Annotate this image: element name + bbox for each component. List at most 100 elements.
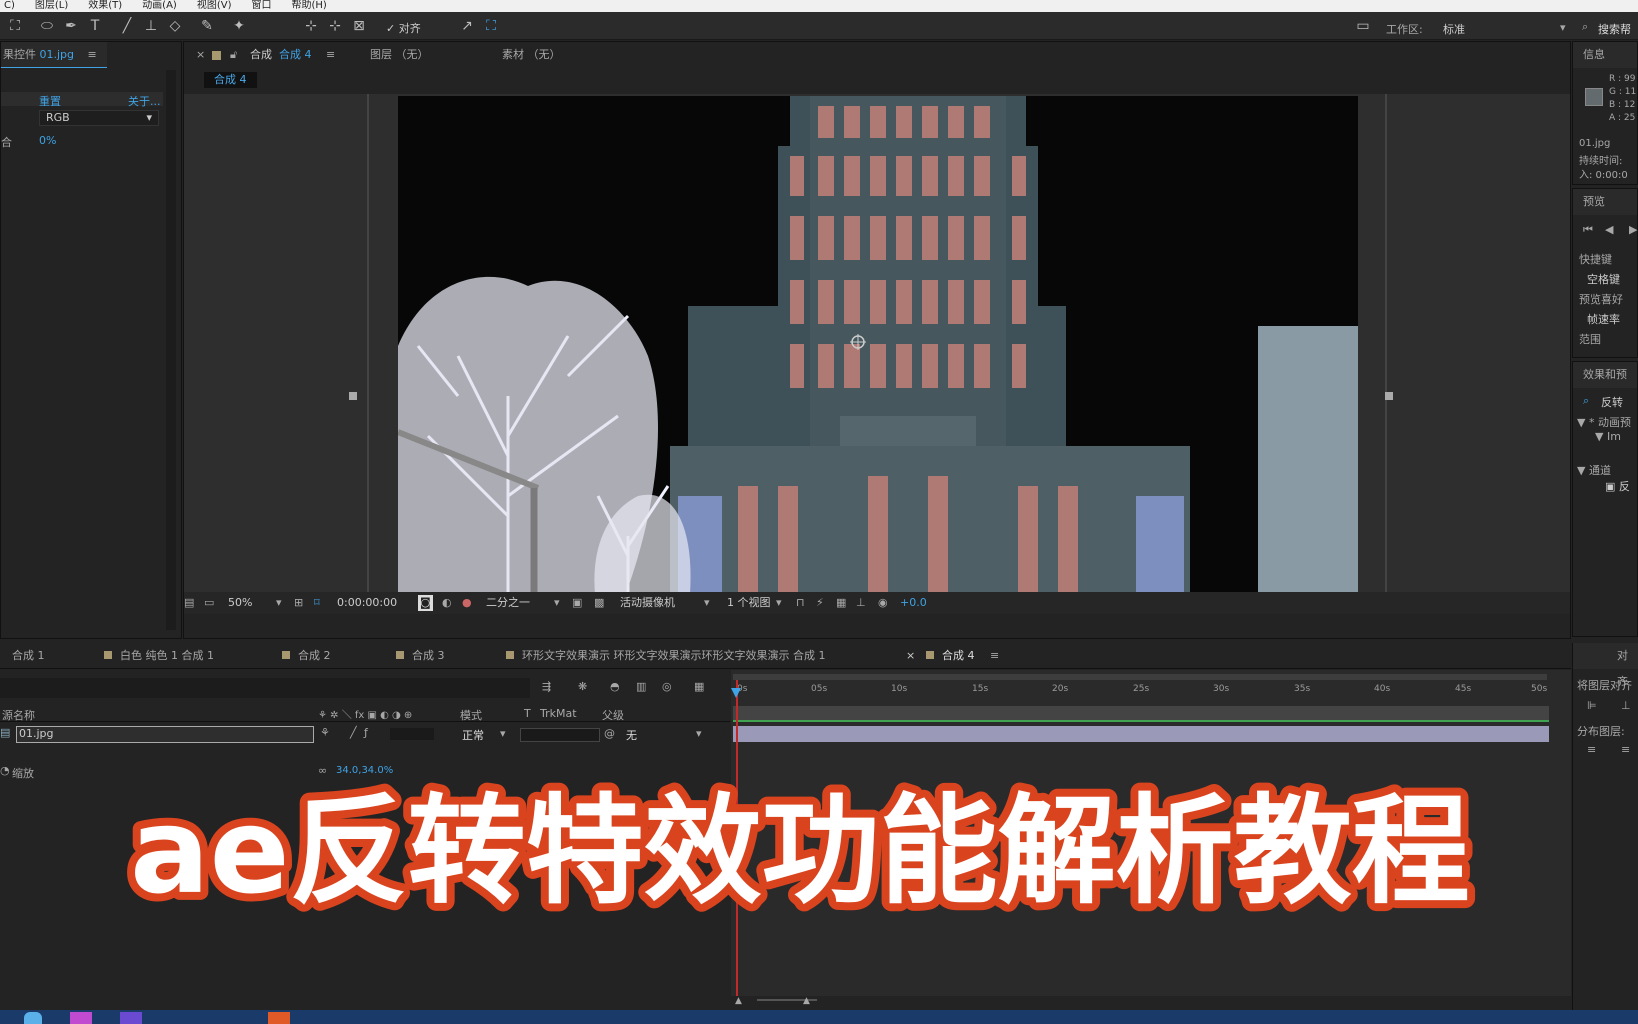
column-mode[interactable]: 模式 [460, 707, 482, 723]
panel-menu-icon[interactable]: ≡ [88, 48, 97, 61]
shy-switch-icon[interactable]: ⚘ [320, 726, 330, 739]
fps-label[interactable]: 帧速率 [1587, 311, 1620, 327]
lock-icon[interactable]: 🔓︎ [230, 42, 237, 68]
column-source-name[interactable]: 源名称 [2, 707, 35, 723]
align-tab[interactable]: 对齐 [1573, 643, 1638, 688]
pen-tool-icon[interactable]: ✒ [62, 17, 80, 35]
switch-boxes[interactable] [390, 728, 434, 740]
app-icon[interactable] [70, 1012, 92, 1024]
chevron-down-icon[interactable]: ▾ [696, 727, 702, 740]
flowchart-icon[interactable]: ⊥ [856, 592, 866, 614]
text-tool-icon[interactable]: T [86, 17, 104, 35]
axis-view-icon[interactable]: ⊠ [350, 17, 368, 35]
trkmat-select[interactable] [520, 728, 600, 742]
view-layout-select[interactable]: 1 个视图 [727, 592, 771, 614]
monitor-icon[interactable]: ▭ [204, 592, 214, 614]
work-area-nav[interactable] [733, 674, 1547, 680]
snap-edge-icon[interactable]: ↗ [458, 17, 476, 35]
close-icon[interactable]: × [906, 643, 915, 669]
bounding-handle-right[interactable] [1385, 392, 1393, 400]
effect-controls-tab[interactable]: 果控件 01.jpg ≡ [1, 42, 107, 68]
parent-select[interactable]: 无 [626, 727, 637, 743]
presets-search-input[interactable]: 反转 [1601, 394, 1623, 410]
search-help-input[interactable]: 搜索帮 [1598, 21, 1631, 37]
preview-tab[interactable]: 预览 [1573, 189, 1637, 215]
timeline-tab-comp3[interactable]: 合成 3 [396, 643, 445, 669]
pickwhip-icon[interactable]: @ [604, 727, 615, 740]
invert-effect-icon[interactable]: ▣ 反 [1605, 478, 1630, 494]
snap-checkbox[interactable]: ✓ 对齐 [386, 20, 421, 36]
constrain-link-icon[interactable]: ∞ [318, 764, 327, 777]
title-safe-icon[interactable]: ⊞ [294, 592, 303, 614]
distribute-middle-icon[interactable]: ≡ [1621, 743, 1630, 756]
graph-editor-icon[interactable]: ▦ [694, 680, 704, 693]
menu-item-help[interactable]: 帮助(H) [292, 0, 327, 12]
eraser-tool-icon[interactable]: ◇ [166, 17, 184, 35]
preset-folder-image[interactable]: ▼ Im [1595, 430, 1621, 443]
panel-menu-icon[interactable]: ≡ [326, 42, 335, 68]
zoom-select[interactable]: 50% [228, 592, 252, 614]
footage-tab[interactable]: 素材 （无） [502, 42, 561, 68]
info-tab[interactable]: 信息 [1573, 42, 1637, 68]
pan-behind-icon[interactable]: ⛶ [6, 17, 24, 35]
exposure-value[interactable]: +0.0 [900, 592, 927, 614]
chevron-down-icon[interactable]: ▾ [554, 592, 560, 614]
menu-item-view[interactable]: 视图(V) [197, 0, 232, 12]
chevron-down-icon[interactable]: ▾ [704, 592, 710, 614]
frame-blend-icon[interactable]: ▥ [636, 680, 646, 693]
bounding-handle-left[interactable] [349, 392, 357, 400]
app-icon[interactable] [120, 1012, 142, 1024]
shortcut-select[interactable]: 空格键 [1587, 271, 1620, 287]
show-snapshot-icon[interactable]: ◐ [442, 592, 452, 614]
draft-3d-icon[interactable]: ❋ [578, 680, 587, 693]
menu-item-c[interactable]: C) [4, 0, 15, 12]
menu-item-layer[interactable]: 图层(L) [35, 0, 68, 12]
stopwatch-icon[interactable]: ◔ [0, 764, 10, 777]
effects-presets-tab[interactable]: 效果和预 [1573, 362, 1637, 388]
clone-stamp-icon[interactable]: ⊥ [142, 17, 160, 35]
column-trkmat[interactable]: TrkMat [540, 707, 577, 720]
layer-row[interactable]: ▤ 01.jpg ⚘ ╱ ƒ 正常 ▾ @ 无 ▾ [0, 726, 730, 744]
timeline-tab-comp2[interactable]: 合成 2 [282, 643, 331, 669]
chevron-down-icon[interactable]: ▾ [776, 592, 782, 614]
reset-link[interactable]: 重置 [39, 93, 61, 109]
comp-breadcrumb[interactable]: 合成 4 [204, 72, 257, 88]
play-icon[interactable]: ▶ [1629, 223, 1637, 236]
puppet-pin-icon[interactable]: ✦ [230, 17, 248, 35]
panel-menu-icon[interactable]: ≡ [990, 643, 999, 669]
time-ruler[interactable]: 0s 05s 10s 15s 20s 25s 30s 35s 40s 45s 5… [731, 684, 1571, 698]
channel-icon[interactable]: ● [462, 592, 472, 614]
search-icon[interactable]: ⌕ [1582, 20, 1588, 34]
motion-blur-icon[interactable]: ◎ [662, 680, 672, 693]
preset-folder-channel[interactable]: ▼ 通道 [1577, 462, 1611, 478]
workspace-select[interactable]: 标准 [1443, 21, 1465, 37]
column-parent[interactable]: 父级 [602, 707, 624, 723]
app-icon[interactable] [268, 1012, 290, 1024]
resolution-select[interactable]: 二分之一 [486, 592, 530, 614]
menu-item-window[interactable]: 窗口 [252, 0, 272, 12]
layer-name-field[interactable]: 01.jpg [16, 726, 314, 743]
fast-preview-icon[interactable]: ⚡︎ [816, 592, 824, 614]
layer-tab[interactable]: 图层 （无） [370, 42, 429, 68]
camera-select[interactable]: 活动摄像机 [620, 592, 675, 614]
channel-select[interactable]: RGB ▾ [39, 110, 159, 126]
zoom-out-icon[interactable]: ▲ [735, 996, 742, 1006]
axis-local-icon[interactable]: ⊹ [302, 17, 320, 35]
timeline-tab-comp4[interactable]: 合成 4 [926, 643, 975, 669]
transparency-grid-icon[interactable]: ▩ [594, 592, 604, 614]
brush-tool-icon[interactable]: ╱ [118, 17, 136, 35]
pixel-aspect-icon[interactable]: ⊓ [796, 592, 805, 614]
comp-viewer[interactable] [184, 94, 1570, 614]
menu-item-effect[interactable]: 效果(T) [88, 0, 122, 12]
scale-value[interactable]: 34.0,34.0% [336, 765, 393, 776]
inverted-image[interactable] [398, 96, 1358, 614]
work-area-bar[interactable] [733, 706, 1549, 720]
layer-duration-bar[interactable] [733, 726, 1549, 742]
timeline-search[interactable] [0, 678, 530, 698]
snapshot-icon[interactable]: ◙ [418, 595, 433, 611]
prev-frame-icon[interactable]: ◀ [1605, 223, 1613, 236]
first-frame-icon[interactable]: ⏮ [1583, 223, 1593, 237]
comp-flowchart-icon[interactable]: ⇶ [542, 680, 551, 693]
preset-folder-animation[interactable]: ▼ * 动画预 [1577, 414, 1631, 430]
snap-feature-icon[interactable]: ⛶ [482, 17, 500, 35]
